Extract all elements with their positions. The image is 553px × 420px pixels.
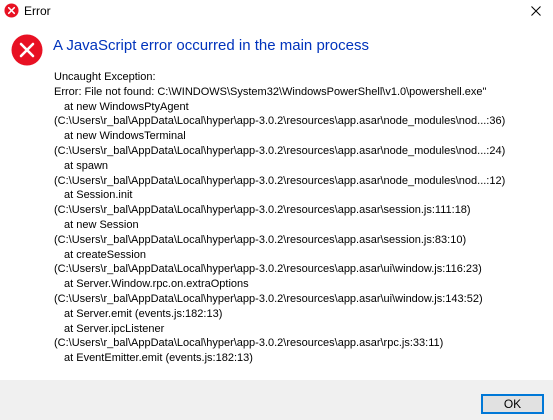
error-message-line: (C:\Users\r_bal\AppData\Local\hyper\app-… [54, 174, 506, 187]
error-message-line: (C:\Users\r_bal\AppData\Local\hyper\app-… [54, 337, 444, 350]
error-icon [4, 3, 19, 18]
error-message-line: at EventEmitter.emit (events.js:182:13) [64, 352, 253, 365]
error-message-line: (C:\Users\r_bal\AppData\Local\hyper\app-… [54, 144, 506, 157]
dialog-heading: A JavaScript error occurred in the main … [53, 37, 369, 54]
window-title: Error [24, 4, 51, 18]
error-message-line: Error: File not found: C:\WINDOWS\System… [54, 85, 487, 98]
error-message-line: (C:\Users\r_bal\AppData\Local\hyper\app-… [54, 292, 483, 305]
error-message-line: (C:\Users\r_bal\AppData\Local\hyper\app-… [54, 263, 482, 276]
error-message: Uncaught Exception: Error: File not found… [54, 70, 549, 366]
error-icon [11, 34, 43, 66]
error-message-line: at spawn [64, 159, 109, 172]
error-message-line: (C:\Users\r_bal\AppData\Local\hyper\app-… [54, 204, 471, 217]
error-message-line: at Server.emit (events.js:182:13) [64, 307, 223, 320]
error-message-line: (C:\Users\r_bal\AppData\Local\hyper\app-… [54, 233, 467, 246]
title-bar: Error [0, 0, 553, 22]
dialog-body: A JavaScript error occurred in the main … [0, 22, 553, 380]
button-bar: OK [0, 380, 553, 420]
close-icon [531, 6, 541, 16]
ok-button[interactable]: OK [481, 394, 544, 414]
error-message-line: (C:\Users\r_bal\AppData\Local\hyper\app-… [54, 115, 506, 128]
error-message-line: at new WindowsTerminal [64, 130, 186, 143]
close-button[interactable] [525, 0, 547, 22]
error-message-line: at new Session [64, 218, 139, 231]
error-message-line: at Session.init [64, 189, 133, 202]
error-message-line: Uncaught Exception: [54, 71, 156, 83]
error-message-line: at Server.Window.rpc.on.extraOptions [64, 278, 249, 291]
error-message-line: at createSession [64, 248, 146, 261]
error-message-line: at Server.ipcListener [64, 322, 165, 335]
error-message-line: at new WindowsPtyAgent [64, 100, 189, 113]
